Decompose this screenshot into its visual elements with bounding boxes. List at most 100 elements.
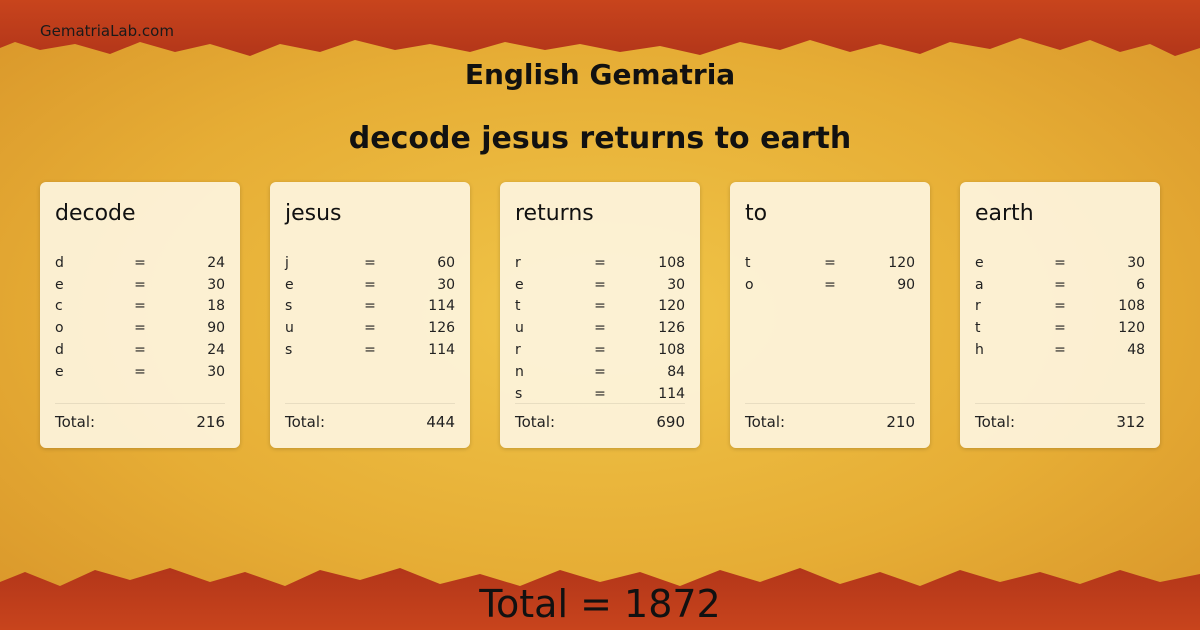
letter-row-letter: c [55, 298, 63, 315]
letter-row-equals: = [594, 254, 606, 271]
letter-row-equals: = [134, 298, 146, 315]
letter-row-value: 126 [428, 320, 456, 337]
letter-rows: t = 120 o = 90 [745, 252, 915, 296]
letter-row-value: 18 [207, 298, 226, 315]
letter-row-equals: = [1054, 320, 1066, 337]
word-card-title: earth [975, 201, 1034, 226]
letter-row: s = 114 [515, 383, 685, 405]
letter-row: d = 24 [55, 252, 225, 274]
letter-row-value: 24 [207, 342, 226, 359]
letter-row-value: 30 [667, 276, 686, 293]
letter-row-equals: = [594, 276, 606, 293]
letter-row-value: 120 [1118, 320, 1146, 337]
letter-row-equals: = [594, 342, 606, 359]
letter-row: o = 90 [55, 317, 225, 339]
word-card-jesus: jesus j = 60 e = 30 s = 114 u = 126 s = 114 Total: 444 [270, 182, 470, 448]
letter-row-equals: = [594, 320, 606, 337]
letter-row-value: 90 [207, 320, 226, 337]
letter-row-letter: t [975, 320, 981, 337]
letter-row-letter: o [745, 276, 754, 293]
letter-row: r = 108 [515, 252, 685, 274]
letter-row: a = 6 [975, 274, 1145, 296]
letter-rows: j = 60 e = 30 s = 114 u = 126 s = 114 [285, 252, 455, 361]
letter-row: s = 114 [285, 339, 455, 361]
letter-row-equals: = [364, 276, 376, 293]
word-card-title: jesus [285, 201, 342, 226]
letter-row-value: 48 [1127, 342, 1146, 359]
letter-row-equals: = [824, 254, 836, 271]
letter-row: u = 126 [515, 317, 685, 339]
phrase-heading: decode jesus returns to earth [348, 121, 852, 156]
letter-row-equals: = [134, 342, 146, 359]
letter-row-letter: r [515, 342, 521, 359]
letter-row-equals: = [134, 363, 146, 380]
letter-row: e = 30 [285, 274, 455, 296]
letter-row-equals: = [364, 342, 376, 359]
letter-row: c = 18 [55, 296, 225, 318]
letter-row-value: 114 [658, 385, 686, 402]
letter-row: e = 30 [515, 274, 685, 296]
page-title: English Gematria [464, 58, 736, 91]
letter-row-equals: = [594, 385, 606, 402]
letter-row-letter: s [515, 385, 523, 402]
letter-row-value: 114 [428, 298, 456, 315]
letter-row: e = 30 [975, 252, 1145, 274]
letter-row: s = 114 [285, 296, 455, 318]
word-card-decode: decode d = 24 e = 30 c = 18 o = 90 d = 24 e = 30 Total: 216 [40, 182, 240, 448]
letter-row-letter: e [285, 276, 294, 293]
letter-row-letter: d [55, 342, 64, 359]
letter-row-letter: o [55, 320, 64, 337]
letter-rows: e = 30 a = 6 r = 108 t = 120 h = 48 [975, 252, 1145, 361]
word-total-row: Total: 312 [975, 403, 1145, 431]
word-total-value: 444 [426, 413, 455, 431]
letter-row-equals: = [1054, 276, 1066, 293]
letter-row: n = 84 [515, 361, 685, 383]
word-total-row: Total: 216 [55, 403, 225, 431]
word-total-label: Total: [515, 413, 556, 431]
letter-row: e = 30 [55, 274, 225, 296]
word-card-title: returns [515, 201, 594, 226]
letter-row: u = 126 [285, 317, 455, 339]
letter-row-value: 6 [1136, 276, 1146, 293]
word-total-label: Total: [745, 413, 786, 431]
word-total-label: Total: [55, 413, 96, 431]
letter-row-value: 108 [1118, 298, 1146, 315]
letter-row-value: 30 [437, 276, 456, 293]
word-total-value: 312 [1116, 413, 1145, 431]
letter-row-value: 90 [897, 276, 916, 293]
letter-row-value: 30 [207, 276, 226, 293]
word-card-title: decode [55, 201, 136, 226]
letter-row-equals: = [594, 298, 606, 315]
word-total-label: Total: [975, 413, 1016, 431]
letter-row-equals: = [364, 298, 376, 315]
word-total-row: Total: 444 [285, 403, 455, 431]
letter-row-value: 114 [428, 342, 456, 359]
letter-row: r = 108 [515, 339, 685, 361]
letter-row-letter: e [515, 276, 524, 293]
letter-row-value: 120 [658, 298, 686, 315]
letter-row-equals: = [134, 320, 146, 337]
letter-row-letter: t [515, 298, 521, 315]
letter-row-value: 126 [658, 320, 686, 337]
site-name[interactable]: GematriaLab.com [40, 22, 174, 40]
letter-row-letter: h [975, 342, 984, 359]
letter-row: d = 24 [55, 339, 225, 361]
letter-row-value: 30 [207, 363, 226, 380]
letter-row-letter: u [285, 320, 294, 337]
word-card-earth: earth e = 30 a = 6 r = 108 t = 120 h = 48 Total: 312 [960, 182, 1160, 448]
letter-row: t = 120 [745, 252, 915, 274]
letter-row-equals: = [824, 276, 836, 293]
letter-row-letter: u [515, 320, 524, 337]
letter-row-letter: j [285, 254, 289, 271]
letter-row: j = 60 [285, 252, 455, 274]
word-total-row: Total: 210 [745, 403, 915, 431]
grand-total: Total = 1872 [479, 582, 721, 626]
word-total-label: Total: [285, 413, 326, 431]
letter-row-value: 120 [888, 254, 916, 271]
letter-rows: d = 24 e = 30 c = 18 o = 90 d = 24 e = 30 [55, 252, 225, 383]
letter-row-letter: r [515, 254, 521, 271]
letter-row-letter: r [975, 298, 981, 315]
letter-row-equals: = [134, 254, 146, 271]
word-card-to: to t = 120 o = 90 Total: 210 [730, 182, 930, 448]
letter-row: o = 90 [745, 274, 915, 296]
